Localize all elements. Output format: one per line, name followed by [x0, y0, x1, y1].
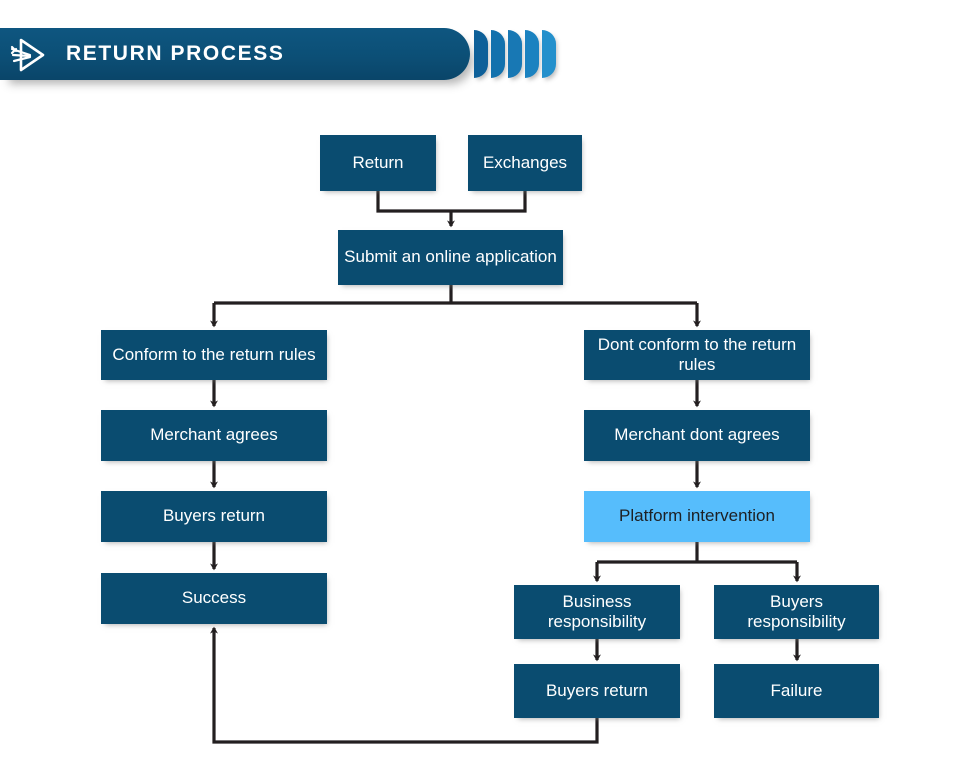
- node-failure[interactable]: Failure: [714, 664, 879, 718]
- node-label: Return: [352, 152, 404, 172]
- node-exchanges[interactable]: Exchanges: [468, 135, 582, 191]
- node-label: Buyers return: [545, 680, 649, 700]
- node-label: Conform to the return rules: [112, 344, 316, 364]
- node-label: Merchant agrees: [150, 425, 278, 445]
- node-conform-to-return-rules[interactable]: Conform to the return rules: [101, 330, 327, 380]
- node-label: Dont conform to the return rules: [597, 334, 797, 374]
- node-dont-conform-to-return-rules[interactable]: Dont conform to the return rules: [584, 330, 810, 380]
- node-buyers-return-left[interactable]: Buyers return: [101, 491, 327, 542]
- node-business-responsibility[interactable]: Business responsibility: [514, 585, 680, 639]
- node-merchant-agrees[interactable]: Merchant agrees: [101, 410, 327, 461]
- node-label: Buyers return: [162, 506, 266, 526]
- flowchart-connectors: [210, 191, 801, 744]
- node-label: Merchant dont agrees: [614, 425, 780, 445]
- node-label: Failure: [770, 680, 823, 700]
- node-return[interactable]: Return: [320, 135, 436, 191]
- flowchart: Return Exchanges Submit an online applic…: [0, 0, 960, 777]
- node-platform-intervention[interactable]: Platform intervention: [584, 491, 810, 542]
- node-buyers-responsibility[interactable]: Buyers responsibility: [714, 585, 879, 639]
- node-label: Business responsibility: [547, 591, 647, 631]
- node-merchant-dont-agrees[interactable]: Merchant dont agrees: [584, 410, 810, 461]
- node-label: Platform intervention: [619, 506, 775, 526]
- node-submit-online-application[interactable]: Submit an online application: [338, 230, 563, 285]
- node-label: Buyers responsibility: [747, 591, 846, 631]
- node-success[interactable]: Success: [101, 573, 327, 624]
- node-label: Exchanges: [482, 152, 568, 172]
- node-label: Submit an online application: [344, 247, 557, 267]
- node-label: Success: [181, 588, 247, 608]
- node-buyers-return-right[interactable]: Buyers return: [514, 664, 680, 718]
